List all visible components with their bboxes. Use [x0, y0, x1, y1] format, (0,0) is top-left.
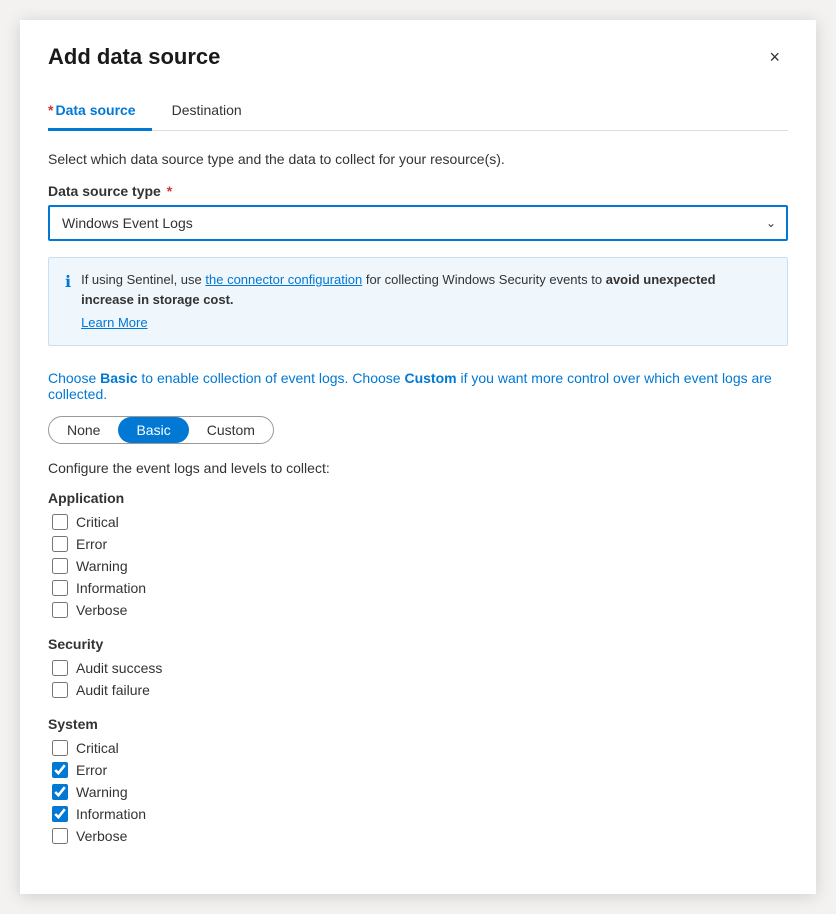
info-banner-text: If using Sentinel, use the connector con… [81, 270, 771, 333]
checkbox-item: Warning [48, 784, 788, 800]
add-data-source-dialog: Add data source × *Data source Destinati… [20, 20, 816, 894]
section-description: Select which data source type and the da… [48, 151, 788, 167]
checkbox-application-warning[interactable] [52, 558, 68, 574]
tab-data-source[interactable]: *Data source [48, 94, 152, 131]
info-banner: ℹ If using Sentinel, use the connector c… [48, 257, 788, 346]
log-section-security: Security Audit success Audit failure [48, 636, 788, 698]
log-section-title-system: System [48, 716, 788, 732]
checkbox-item: Information [48, 580, 788, 596]
checkbox-item: Critical [48, 740, 788, 756]
log-section-title-security: Security [48, 636, 788, 652]
checkbox-system-error[interactable] [52, 762, 68, 778]
checkbox-system-verbose[interactable] [52, 828, 68, 844]
checkbox-system-information[interactable] [52, 806, 68, 822]
checkbox-item: Audit failure [48, 682, 788, 698]
checkbox-label[interactable]: Critical [76, 514, 119, 530]
checkbox-system-warning[interactable] [52, 784, 68, 800]
connector-config-link[interactable]: the connector configuration [205, 272, 362, 287]
log-section-title-application: Application [48, 490, 788, 506]
checkbox-label[interactable]: Critical [76, 740, 119, 756]
toggle-group: None Basic Custom [48, 416, 274, 444]
checkbox-label[interactable]: Audit success [76, 660, 162, 676]
log-section-application: Application Critical Error Warning Informati… [48, 490, 788, 618]
checkbox-item: Critical [48, 514, 788, 530]
data-source-type-star: * [163, 183, 172, 199]
choose-description: Choose Basic to enable collection of eve… [48, 370, 788, 402]
checkbox-application-verbose[interactable] [52, 602, 68, 618]
log-section-system: System Critical Error Warning Information Ver… [48, 716, 788, 844]
checkbox-item: Verbose [48, 602, 788, 618]
checkbox-item: Audit success [48, 660, 788, 676]
configure-label: Configure the event logs and levels to c… [48, 460, 788, 476]
tabs-container: *Data source Destination [48, 94, 788, 131]
checkbox-application-error[interactable] [52, 536, 68, 552]
checkbox-label[interactable]: Information [76, 580, 146, 596]
tab-data-source-star: * [48, 102, 53, 118]
checkbox-label[interactable]: Error [76, 536, 107, 552]
toggle-none[interactable]: None [49, 417, 118, 443]
tab-destination[interactable]: Destination [172, 94, 258, 131]
data-source-type-label: Data source type * [48, 183, 788, 199]
data-source-type-select[interactable]: Windows Event Logs [48, 205, 788, 241]
data-source-type-select-wrapper: Windows Event Logs ⌄ [48, 205, 788, 241]
close-button[interactable]: × [761, 44, 788, 70]
dialog-header: Add data source × [48, 44, 788, 70]
checkbox-item: Verbose [48, 828, 788, 844]
checkbox-item: Error [48, 762, 788, 778]
dialog-title: Add data source [48, 44, 220, 70]
checkbox-item: Information [48, 806, 788, 822]
checkbox-label[interactable]: Warning [76, 784, 128, 800]
checkbox-security-audit-failure[interactable] [52, 682, 68, 698]
checkbox-label[interactable]: Verbose [76, 828, 127, 844]
checkbox-item: Warning [48, 558, 788, 574]
checkbox-application-critical[interactable] [52, 514, 68, 530]
checkbox-application-information[interactable] [52, 580, 68, 596]
learn-more-link[interactable]: Learn More [81, 313, 771, 333]
checkbox-security-audit-success[interactable] [52, 660, 68, 676]
checkbox-system-critical[interactable] [52, 740, 68, 756]
checkbox-item: Error [48, 536, 788, 552]
checkbox-label[interactable]: Warning [76, 558, 128, 574]
checkbox-label[interactable]: Audit failure [76, 682, 150, 698]
log-sections-container: Application Critical Error Warning Informati… [48, 490, 788, 844]
checkbox-label[interactable]: Error [76, 762, 107, 778]
checkbox-label[interactable]: Information [76, 806, 146, 822]
data-source-type-group: Data source type * Windows Event Logs ⌄ [48, 183, 788, 241]
toggle-basic[interactable]: Basic [118, 417, 188, 443]
info-icon: ℹ [65, 271, 71, 295]
checkbox-label[interactable]: Verbose [76, 602, 127, 618]
toggle-custom[interactable]: Custom [189, 417, 273, 443]
